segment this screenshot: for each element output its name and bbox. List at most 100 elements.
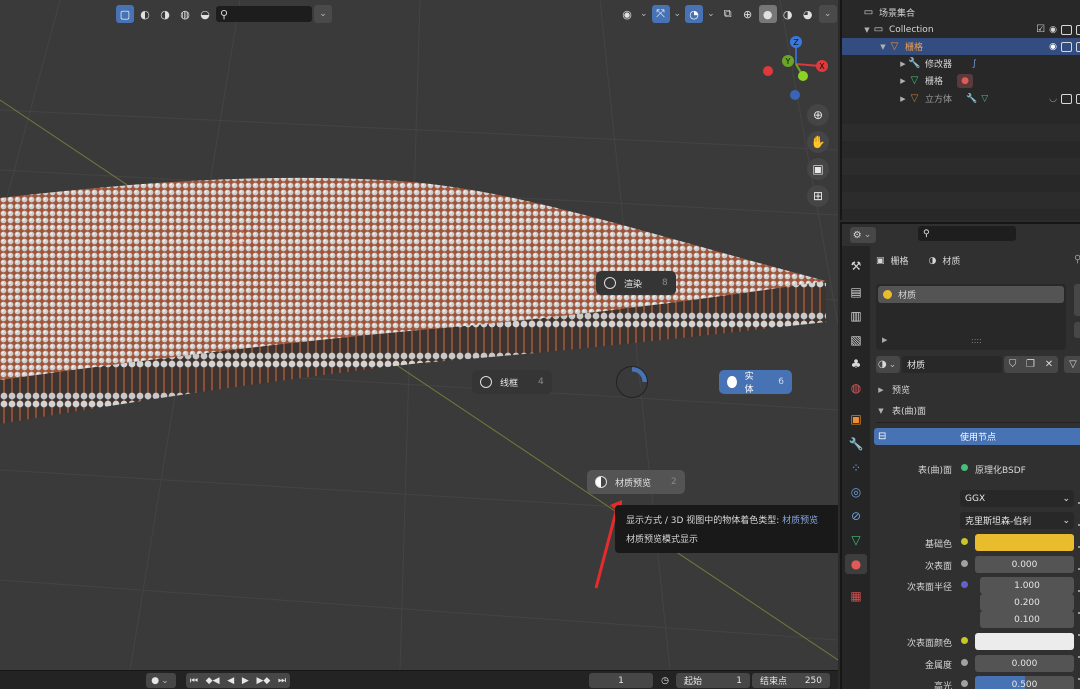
object-tab-icon[interactable]: ▣: [845, 409, 867, 429]
metallic-field[interactable]: 0.000: [975, 655, 1074, 672]
shading-wireframe-icon[interactable]: ⊕: [739, 5, 757, 23]
pan-hand-icon[interactable]: ✋: [807, 131, 829, 153]
material-name-field[interactable]: 材质: [902, 356, 1002, 373]
outliner-scene-collection[interactable]: ▭ 场景集合: [842, 4, 1080, 21]
perspective-grid-icon[interactable]: ⊞: [807, 185, 829, 207]
outliner-mesh-data[interactable]: ▶ ▽ 栅格 ●: [842, 72, 1080, 89]
subsurface-method-dropdown[interactable]: 克里斯坦森-伯利 ⌄: [960, 512, 1074, 529]
end-frame-field[interactable]: 结束点 250: [752, 673, 830, 688]
expand-triangle-icon[interactable]: ▶: [882, 336, 887, 344]
close-icon[interactable]: ✕: [1045, 359, 1053, 370]
eye-icon[interactable]: ◉: [1049, 25, 1057, 35]
select-invert-icon[interactable]: ◍: [176, 5, 194, 23]
subsurface-radius-y-field[interactable]: 0.200: [980, 594, 1074, 611]
chevron-down-icon: ⌄: [1062, 493, 1070, 504]
outliner-collection[interactable]: ▼ ▭ Collection ☑ ◉: [842, 21, 1080, 38]
select-subtract-icon[interactable]: ◑: [156, 5, 174, 23]
3d-viewport[interactable]: Z X Y ▢ ◐ ◑ ◍ ◒ ⚲ ⌄ ◉ ⌄ ⤧ ⌄ ◔ ⌄ ⧉ ⊕ ● ◑ ◕ ⌄…: [0, 0, 838, 670]
distribution-dropdown[interactable]: GGX ⌄: [960, 490, 1074, 507]
render-tab-icon[interactable]: ▤: [845, 282, 867, 302]
modifier-tab-icon[interactable]: 🔧: [845, 434, 867, 454]
view-layer-tab-icon[interactable]: ▧: [845, 330, 867, 350]
monitor-icon[interactable]: [1061, 24, 1072, 35]
monitor-icon[interactable]: [1061, 93, 1072, 104]
subsurface-field[interactable]: 0.000: [975, 556, 1074, 573]
xray-toggle-icon[interactable]: ⧉: [719, 5, 737, 23]
current-frame-field[interactable]: 1: [589, 673, 653, 688]
color-socket-icon[interactable]: [961, 538, 968, 545]
pin-icon[interactable]: ⚲: [1074, 254, 1080, 265]
mesh-object-icon: ▽: [890, 41, 899, 52]
panel-preview-header[interactable]: ▶ 预览: [876, 383, 910, 397]
material-slot-item[interactable]: 材质: [878, 286, 1064, 303]
viewport-search-input[interactable]: ⚲: [216, 6, 312, 22]
use-nodes-button[interactable]: ⊟ 使用节点: [874, 428, 1080, 445]
tool-tab-icon[interactable]: ⚒: [845, 256, 867, 276]
duplicate-icon[interactable]: ❐: [1026, 359, 1035, 370]
physics-tab-icon[interactable]: ◎: [845, 482, 867, 502]
base-color-swatch[interactable]: [975, 534, 1074, 551]
play-reverse-icon[interactable]: ◀: [227, 676, 234, 686]
monitor-icon[interactable]: [1061, 41, 1072, 52]
specular-slider[interactable]: 0.500: [975, 676, 1074, 689]
select-extend-icon[interactable]: ◐: [136, 5, 154, 23]
gizmo-toggle-icon[interactable]: ⤧: [651, 5, 670, 23]
value-socket-icon[interactable]: [961, 659, 968, 666]
start-frame-field[interactable]: 起始 1: [676, 673, 750, 688]
shading-options-dropdown[interactable]: ⌄: [818, 5, 837, 23]
record-button[interactable]: ● ⌄: [146, 673, 176, 688]
value-socket-icon[interactable]: [961, 560, 968, 567]
eye-closed-icon[interactable]: ◡: [1049, 94, 1057, 104]
editor-type-dropdown[interactable]: ⚙ ⌄: [850, 227, 876, 243]
outliner-object-cube[interactable]: ▶ ▽ 立方体 🔧 ▽ ◡: [842, 90, 1080, 107]
color-socket-icon[interactable]: [961, 637, 968, 644]
subsurface-color-swatch[interactable]: [975, 633, 1074, 650]
zoom-icon[interactable]: ⊕: [807, 104, 829, 126]
outliner-object-grid[interactable]: ▼ ▽ 栅格 ◉: [842, 38, 1080, 55]
shading-render-icon[interactable]: ◕: [799, 5, 817, 23]
subsurface-radius-z-field[interactable]: 0.100: [980, 611, 1074, 628]
resize-handle[interactable]: ::::: [971, 336, 982, 345]
link-dropdown[interactable]: ▽: [1064, 356, 1080, 373]
camera-icon[interactable]: [1076, 41, 1080, 52]
play-icon[interactable]: ▶: [242, 676, 249, 686]
constraints-tab-icon[interactable]: ⊘: [845, 506, 867, 526]
slot-specials-dropdown[interactable]: [1074, 322, 1080, 338]
properties-search-input[interactable]: ⚲: [918, 226, 1016, 241]
pie-item-wireframe[interactable]: 线框 4: [472, 370, 552, 394]
browse-material-dropdown[interactable]: ◑ ⌄: [876, 356, 900, 373]
pie-item-material-preview[interactable]: 材质预览 2: [587, 470, 685, 494]
material-slot-list[interactable]: 材质 :::: ▶: [876, 284, 1066, 350]
panel-surface-header[interactable]: ▼ 表(曲)面: [876, 404, 926, 418]
vector-socket-icon[interactable]: [961, 581, 968, 588]
checkbox-icon[interactable]: ☑: [1036, 24, 1045, 35]
select-box-icon[interactable]: ▢: [116, 5, 134, 23]
output-tab-icon[interactable]: ▥: [845, 306, 867, 326]
pie-item-render[interactable]: 渲染 8: [596, 271, 676, 295]
next-keyframe-icon[interactable]: ▶◆: [256, 676, 270, 686]
fake-user-shield-icon[interactable]: ⛉: [1009, 359, 1017, 370]
camera-icon[interactable]: [1076, 93, 1080, 104]
jump-end-icon[interactable]: ⏭: [278, 676, 286, 686]
value-socket-icon[interactable]: [961, 680, 968, 687]
render-shading-icon: [604, 277, 616, 289]
view-object-types-icon[interactable]: ◉: [618, 5, 636, 23]
select-intersect-icon[interactable]: ◒: [196, 5, 214, 23]
slot-add-remove[interactable]: [1074, 284, 1080, 316]
subsurface-radius-x-field[interactable]: 1.000: [980, 577, 1074, 594]
prev-keyframe-icon[interactable]: ◆◀: [206, 676, 220, 686]
world-tab-icon[interactable]: ◍: [845, 378, 867, 398]
shading-material-icon[interactable]: ◑: [779, 5, 797, 23]
filter-dropdown[interactable]: ⌄: [314, 5, 332, 23]
pie-item-solid[interactable]: 实体 6: [719, 370, 792, 395]
surface-shader-value[interactable]: 原理化BSDF: [975, 463, 1026, 476]
camera-icon[interactable]: [1076, 24, 1080, 35]
shading-solid-icon[interactable]: ●: [758, 5, 777, 23]
outliner-modifiers[interactable]: ▶ 🔧 修改器 ∫: [842, 55, 1080, 72]
clock-icon[interactable]: ◷: [658, 673, 672, 688]
eye-icon[interactable]: ◉: [1049, 42, 1057, 52]
scene-tab-icon[interactable]: ♣: [845, 354, 867, 374]
jump-start-icon[interactable]: ⏮: [190, 676, 198, 686]
overlay-toggle-icon[interactable]: ◔: [685, 5, 704, 23]
camera-view-icon[interactable]: ▣: [807, 158, 829, 180]
